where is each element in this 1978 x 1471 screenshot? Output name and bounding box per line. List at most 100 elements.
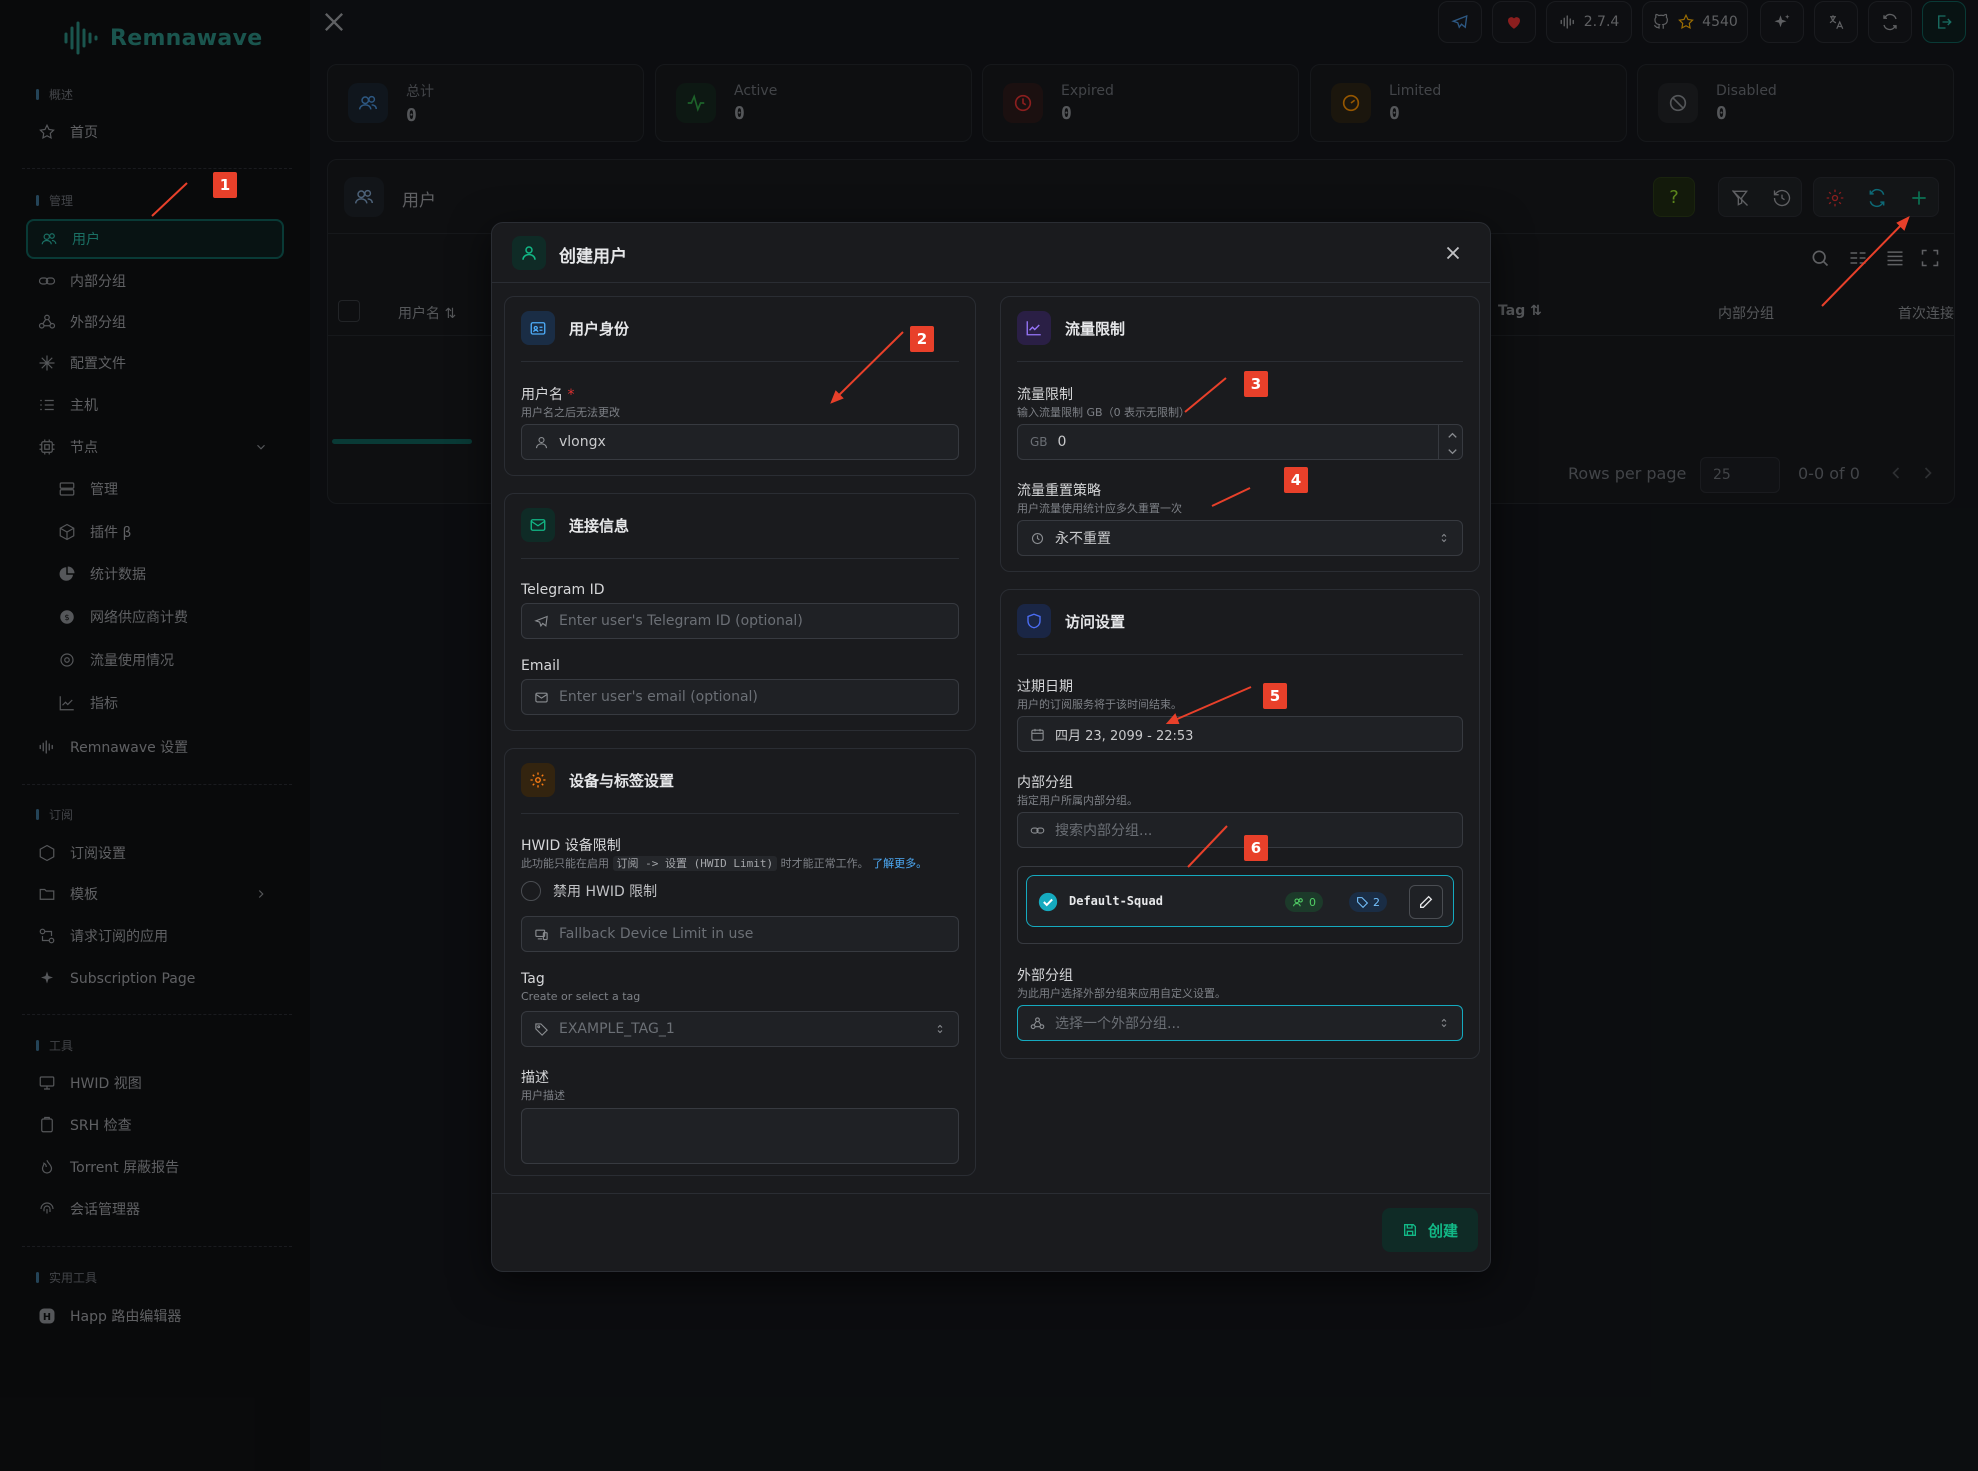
chevron-down-icon[interactable] — [1445, 444, 1460, 459]
chevron-updown-icon — [1441, 1018, 1447, 1028]
disable-hwid-row[interactable]: 禁用 HWID 限制 — [521, 881, 657, 901]
external-squads-label: 外部分组 — [1017, 968, 1073, 984]
section-icon-box — [1017, 311, 1051, 345]
annotation-badge-2: 2 — [910, 326, 934, 352]
annotation-badge-1: 1 — [213, 172, 237, 198]
access-section: 访问设置 过期日期 用户的订阅服务将于该时间结束。 四月 23, 2099 - … — [1000, 589, 1480, 1059]
internal-squads-label: 内部分组 — [1017, 775, 1073, 791]
section-title-text: 连接信息 — [569, 516, 630, 535]
section-title-text: 流量限制 — [1065, 319, 1126, 338]
mail-icon — [535, 692, 548, 702]
reset-strategy-label: 流量重置策略 — [1017, 483, 1101, 499]
traffic-section: 流量限制 流量限制 输入流量限制 GB（0 表示无限制） GB 0 流量重置策略… — [1000, 296, 1480, 572]
divider — [521, 361, 959, 362]
mail-icon — [530, 519, 546, 531]
expire-date-input[interactable]: 四月 23, 2099 - 22:53 — [1017, 716, 1463, 752]
link-icon — [1030, 826, 1045, 834]
description-textarea[interactable] — [521, 1108, 959, 1164]
divider — [521, 558, 959, 559]
username-value: vlongx — [559, 434, 606, 450]
traffic-limit-value: 0 — [1057, 434, 1067, 450]
number-stepper[interactable] — [1438, 425, 1462, 459]
section-icon-box — [521, 311, 555, 345]
squad-inbounds-badge: 2 — [1349, 892, 1387, 912]
telegram-label: Telegram ID — [521, 582, 605, 598]
section-title-text: 访问设置 — [1065, 612, 1126, 631]
tag-desc: Create or select a tag — [521, 990, 641, 1003]
section-icon-box — [521, 763, 555, 797]
username-desc: 用户名之后无法更改 — [521, 406, 620, 419]
section-title: 流量限制 — [1017, 311, 1125, 345]
divider — [521, 813, 959, 814]
internal-squads-desc: 指定用户所属内部分组。 — [1017, 794, 1138, 807]
expire-date-label: 过期日期 — [1017, 679, 1073, 695]
internal-squads-search[interactable]: 搜索内部分组... — [1017, 812, 1463, 848]
create-button[interactable]: 创建 — [1382, 1208, 1478, 1252]
chevron-up-icon[interactable] — [1445, 428, 1460, 443]
contact-section: 连接信息 Telegram ID Enter user's Telegram I… — [504, 493, 976, 731]
reset-strategy-select[interactable]: 永不重置 — [1017, 520, 1463, 556]
check-circle-icon — [1038, 892, 1058, 912]
traffic-limit-input[interactable]: GB 0 — [1017, 424, 1463, 460]
save-icon — [1403, 1224, 1416, 1236]
squad-edit-button[interactable] — [1409, 885, 1443, 919]
edit-icon — [1420, 895, 1433, 908]
close-icon[interactable] — [1442, 242, 1464, 264]
email-label: Email — [521, 658, 560, 674]
divider — [1017, 654, 1463, 655]
create-button-label: 创建 — [1427, 1221, 1458, 1240]
description-desc: 用户描述 — [521, 1089, 565, 1102]
annotation-badge-5: 5 — [1263, 683, 1287, 709]
user-icon — [522, 246, 536, 260]
modal-footer: 创建 — [492, 1193, 1490, 1273]
clock-icon — [1031, 532, 1044, 544]
external-squads-placeholder: 选择一个外部分组... — [1055, 1016, 1181, 1032]
section-title-text: 设备与标签设置 — [569, 771, 675, 790]
squad-inbounds-count: 2 — [1373, 895, 1380, 909]
modal-title-icon-box — [512, 236, 546, 270]
tag-select[interactable]: EXAMPLE_TAG_1 — [521, 1011, 959, 1047]
chevron-updown-icon — [1441, 533, 1447, 543]
fallback-device-limit-input[interactable]: Fallback Device Limit in use — [521, 916, 959, 952]
tag-icon — [535, 1022, 548, 1036]
devices-icon — [535, 929, 548, 940]
external-squads-desc: 为此用户选择外部分组来应用自定义设置。 — [1017, 987, 1226, 1000]
telegram-input[interactable]: Enter user's Telegram ID (optional) — [521, 603, 959, 639]
id-card-icon — [530, 322, 546, 335]
learn-more-link[interactable]: 了解更多。 — [872, 857, 927, 870]
telegram-icon — [534, 615, 548, 627]
user-icon — [535, 436, 548, 448]
username-label-text: 用户名 — [521, 387, 563, 403]
required-marker: * — [567, 387, 575, 403]
chevron-updown-icon — [937, 1024, 943, 1034]
reset-strategy-desc: 用户流量使用统计应多久重置一次 — [1017, 502, 1182, 515]
hwid-desc-text: 时才能正常工作。 — [780, 857, 869, 870]
squad-users-badge: 0 — [1285, 892, 1323, 912]
description-label: 描述 — [521, 1070, 549, 1086]
expire-date-value: 四月 23, 2099 - 22:53 — [1055, 728, 1194, 744]
hwid-desc-code: 订阅 -> 设置 (HWID Limit) — [612, 856, 778, 871]
squad-users-count: 0 — [1309, 895, 1316, 909]
fallback-placeholder: Fallback Device Limit in use — [559, 926, 754, 942]
disable-hwid-label: 禁用 HWID 限制 — [553, 884, 658, 900]
shield-icon — [1027, 613, 1041, 629]
tag-placeholder: EXAMPLE_TAG_1 — [559, 1021, 675, 1037]
hwid-desc-text: 此功能只能在启用 — [521, 857, 609, 870]
username-label: 用户名 * — [521, 384, 574, 404]
internal-squads-placeholder: 搜索内部分组... — [1055, 823, 1153, 839]
telegram-placeholder: Enter user's Telegram ID (optional) — [559, 613, 803, 629]
email-input[interactable]: Enter user's email (optional) — [521, 679, 959, 715]
section-title: 用户身份 — [521, 311, 629, 345]
tag-icon — [1357, 896, 1369, 908]
annotation-badge-3: 3 — [1244, 371, 1268, 397]
tag-label: Tag — [521, 971, 545, 987]
username-input[interactable]: vlongx — [521, 424, 959, 460]
squad-name: Default-Squad — [1069, 894, 1163, 908]
external-squads-select[interactable]: 选择一个外部分组... — [1017, 1005, 1463, 1041]
create-user-modal: 创建用户 用户身份 用户名 * 用户名之后无法更改 vlongx 连接信息 Te… — [491, 222, 1491, 1272]
users-icon — [1293, 897, 1303, 906]
divider — [1017, 361, 1463, 362]
disable-hwid-checkbox[interactable] — [521, 881, 541, 901]
squad-item-default[interactable]: Default-Squad 0 2 — [1026, 875, 1454, 927]
traffic-limit-desc: 输入流量限制 GB（0 表示无限制） — [1017, 406, 1191, 419]
